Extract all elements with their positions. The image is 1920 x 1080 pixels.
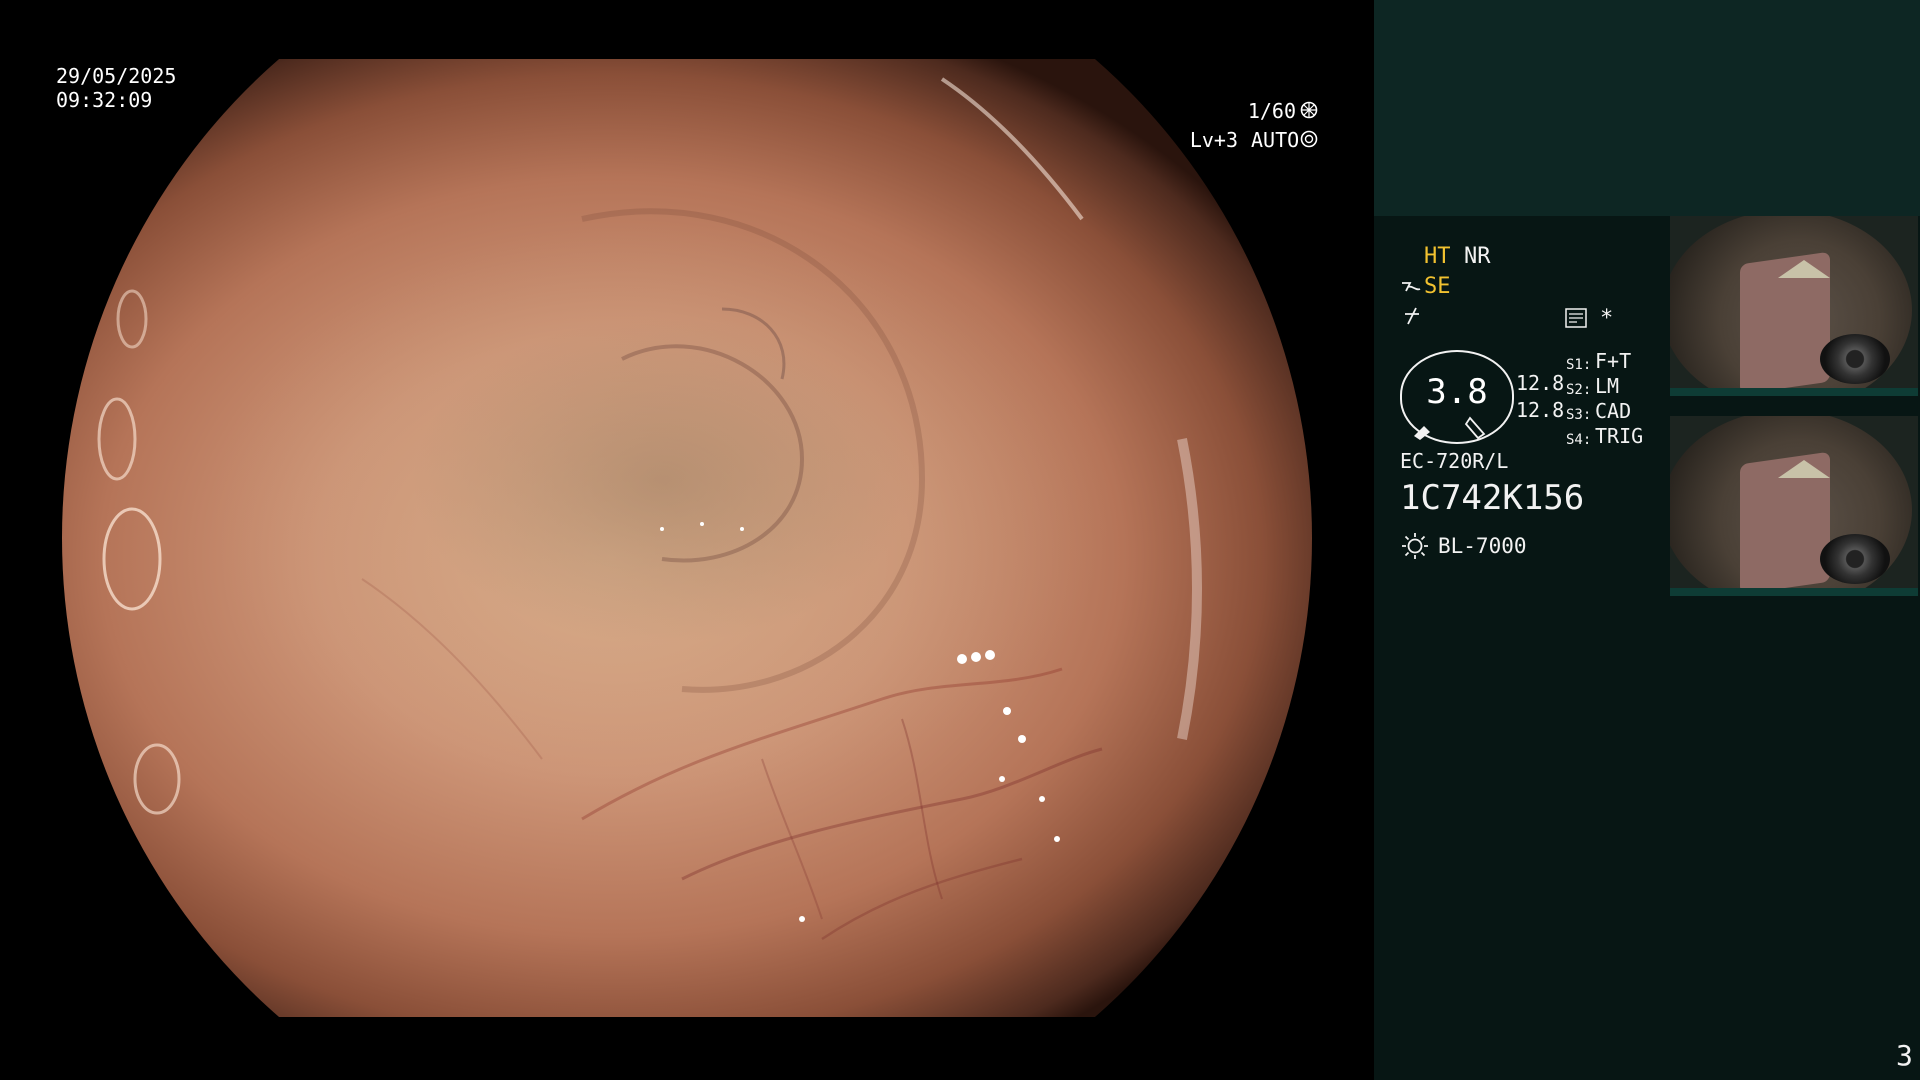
image-memory-icon bbox=[1565, 308, 1587, 332]
level-readout: Lv+3 bbox=[1189, 128, 1238, 152]
light-source: BL-7000 bbox=[1438, 534, 1527, 558]
capture-thumbnail-2[interactable] bbox=[1670, 416, 1918, 596]
shutter-icon bbox=[1300, 101, 1318, 123]
scope-model: EC-720R/L bbox=[1400, 449, 1509, 473]
nr-indicator: NR bbox=[1464, 244, 1491, 269]
s3-label: S3: bbox=[1566, 407, 1592, 423]
scope-serial: 1C742K156 bbox=[1400, 478, 1585, 518]
mucosa-vessels bbox=[97, 77, 1202, 941]
date-readout: 29/05/2025 bbox=[56, 64, 177, 88]
iris-icon bbox=[1300, 130, 1318, 152]
gauge-value: 3.8 bbox=[1426, 372, 1488, 412]
color-mode-icon bbox=[1402, 306, 1422, 330]
endoscope-view bbox=[62, 59, 1312, 1017]
star-indicator: * bbox=[1600, 306, 1614, 331]
ht-indicator: HT bbox=[1424, 244, 1451, 269]
light-source-icon bbox=[1400, 531, 1430, 565]
side-value-2: 12.8 bbox=[1516, 398, 1565, 422]
s4-label: S4: bbox=[1566, 432, 1592, 448]
s3-value: CAD bbox=[1595, 399, 1632, 423]
se-indicator: SE bbox=[1424, 274, 1451, 299]
s1-value: F+T bbox=[1595, 349, 1632, 373]
panel-header bbox=[1374, 0, 1920, 216]
mode-readout: AUTO bbox=[1251, 128, 1300, 152]
shutter-readout: 1/60 bbox=[1247, 99, 1296, 123]
time-readout: 09:32:09 bbox=[56, 88, 153, 112]
capture-thumbnail-1[interactable] bbox=[1670, 216, 1918, 396]
s1-label: S1: bbox=[1566, 357, 1592, 373]
structure-enhance-icon bbox=[1400, 277, 1422, 301]
side-value-1: 12.8 bbox=[1516, 371, 1565, 395]
s2-value: LM bbox=[1595, 374, 1620, 398]
page-number: 3 bbox=[1896, 1039, 1913, 1072]
gauge-marker-right-icon bbox=[1464, 414, 1490, 444]
s2-label: S2: bbox=[1566, 382, 1592, 398]
s4-value: TRIG bbox=[1595, 424, 1644, 448]
gauge-marker-left-icon bbox=[1410, 414, 1436, 444]
